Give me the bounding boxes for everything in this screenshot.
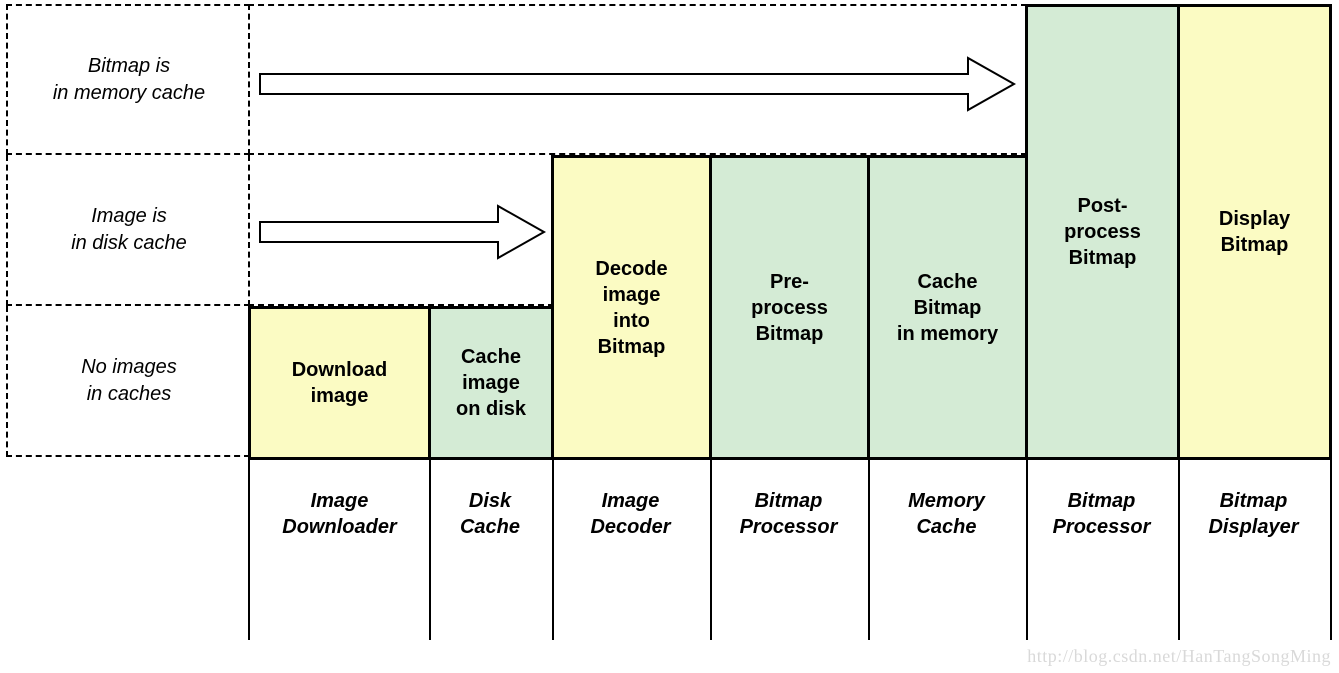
stage-preprocess: Pre-processBitmap xyxy=(709,155,870,460)
col-decoder: ImageDecoder xyxy=(551,460,712,640)
stage-postprocess: Post-processBitmap xyxy=(1025,4,1180,460)
col-label-text: MemoryCache xyxy=(908,488,985,540)
stage-label: Downloadimage xyxy=(292,357,388,409)
col-bmp-proc-2: BitmapProcessor xyxy=(1025,460,1180,640)
col-label-text: DiskCache xyxy=(460,488,520,540)
image-pipeline-diagram: Bitmap isin memory cache Image isin disk… xyxy=(0,0,1339,673)
row-label-disk-cache: Image isin disk cache xyxy=(6,155,250,306)
arrow-memory-cache xyxy=(258,56,1018,112)
row-label-memory-cache: Bitmap isin memory cache xyxy=(6,4,250,155)
col-displayer: BitmapDisplayer xyxy=(1177,460,1332,640)
stage-decode: DecodeimageintoBitmap xyxy=(551,155,712,460)
col-mem-cache: MemoryCache xyxy=(867,460,1028,640)
stage-label: DisplayBitmap xyxy=(1219,206,1290,258)
col-label-text: ImageDownloader xyxy=(282,488,396,540)
col-label-text: BitmapProcessor xyxy=(740,488,838,540)
arrow-disk-cache xyxy=(258,204,548,260)
col-label-text: ImageDecoder xyxy=(590,488,670,540)
stage-label: Pre-processBitmap xyxy=(751,269,828,347)
col-downloader: ImageDownloader xyxy=(248,460,431,640)
row-label-no-cache: No imagesin caches xyxy=(6,306,250,457)
stage-download: Downloadimage xyxy=(248,306,431,460)
row-label-text: No imagesin caches xyxy=(81,354,177,408)
col-disk-cache: DiskCache xyxy=(428,460,554,640)
stage-cache-disk: Cacheimageon disk xyxy=(428,306,554,460)
watermark: http://blog.csdn.net/HanTangSongMing xyxy=(1027,646,1331,667)
stage-label: Cacheimageon disk xyxy=(456,344,526,422)
stage-label: DecodeimageintoBitmap xyxy=(595,256,667,360)
stage-label: CacheBitmapin memory xyxy=(897,269,998,347)
col-label-text: BitmapDisplayer xyxy=(1208,488,1298,540)
row-label-text: Bitmap isin memory cache xyxy=(53,53,205,107)
stage-display: DisplayBitmap xyxy=(1177,4,1332,460)
col-label-text: BitmapProcessor xyxy=(1053,488,1151,540)
row-label-text: Image isin disk cache xyxy=(71,203,187,257)
stage-label: Post-processBitmap xyxy=(1064,193,1141,271)
col-bmp-proc-1: BitmapProcessor xyxy=(709,460,870,640)
stage-cache-mem: CacheBitmapin memory xyxy=(867,155,1028,460)
